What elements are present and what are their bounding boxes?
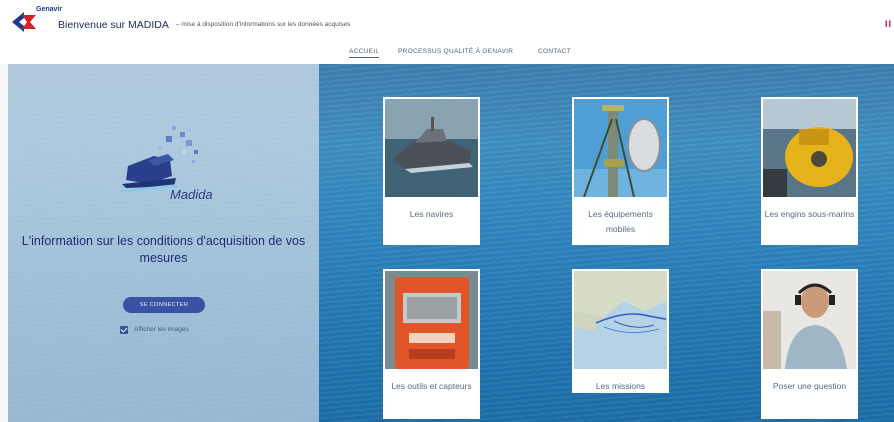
page-subtitle: – mise à disposition d'informations sur … [176,21,351,28]
card-outils[interactable]: Les outils et capteurs [383,269,480,419]
main-nav: ACCUEIL PROCESSUS QUALITÉ À GENAVIR CONT… [0,40,894,64]
madida-logo-text: Madida [170,187,213,202]
language-flag-icon[interactable]: II [885,19,892,29]
submarine-photo [763,99,856,197]
card-equipements[interactable]: Les équipements mobiles [572,97,669,245]
genavir-logo[interactable] [10,8,38,36]
card-engins[interactable]: Les engins sous-marins [761,97,858,245]
support-agent-photo [763,271,856,369]
nav-item-contact[interactable]: CONTACT [538,48,571,55]
card-question[interactable]: Poser une question [761,269,858,419]
mast-equipment-photo [574,99,667,197]
card-label: Les outils et capteurs [391,381,472,391]
login-panel: Madida L'information sur les conditions … [8,64,319,422]
left-edge [0,64,8,422]
connect-button[interactable]: SE CONNECTER [123,297,205,313]
hero-section: Madida L'information sur les conditions … [0,64,894,422]
card-missions[interactable]: Les missions [572,269,669,393]
ship-photo [385,99,478,197]
show-images-checkbox[interactable] [120,326,128,334]
nav-item-accueil[interactable]: ACCUEIL [349,48,380,58]
card-label: Les navires [409,209,454,219]
tagline: L'information sur les conditions d'acqui… [21,234,306,265]
card-label: Poser une question [772,381,847,391]
card-navires[interactable]: Les navires [383,97,480,245]
top-header: Genavir Bienvenue sur MADIDA – mise à di… [0,0,894,40]
page-title: Bienvenue sur MADIDA [58,19,169,31]
card-label: Les engins sous-marins [764,209,855,219]
card-label: Les missions [595,381,646,391]
show-images-label: Afficher les images [134,326,189,333]
sensor-case-photo [385,271,478,369]
nav-item-processus-qualite[interactable]: PROCESSUS QUALITÉ À GENAVIR [398,48,513,55]
logo-text: Genavir [36,6,63,13]
mission-map-photo [574,271,667,369]
card-label: Les équipements mobiles [588,209,653,234]
